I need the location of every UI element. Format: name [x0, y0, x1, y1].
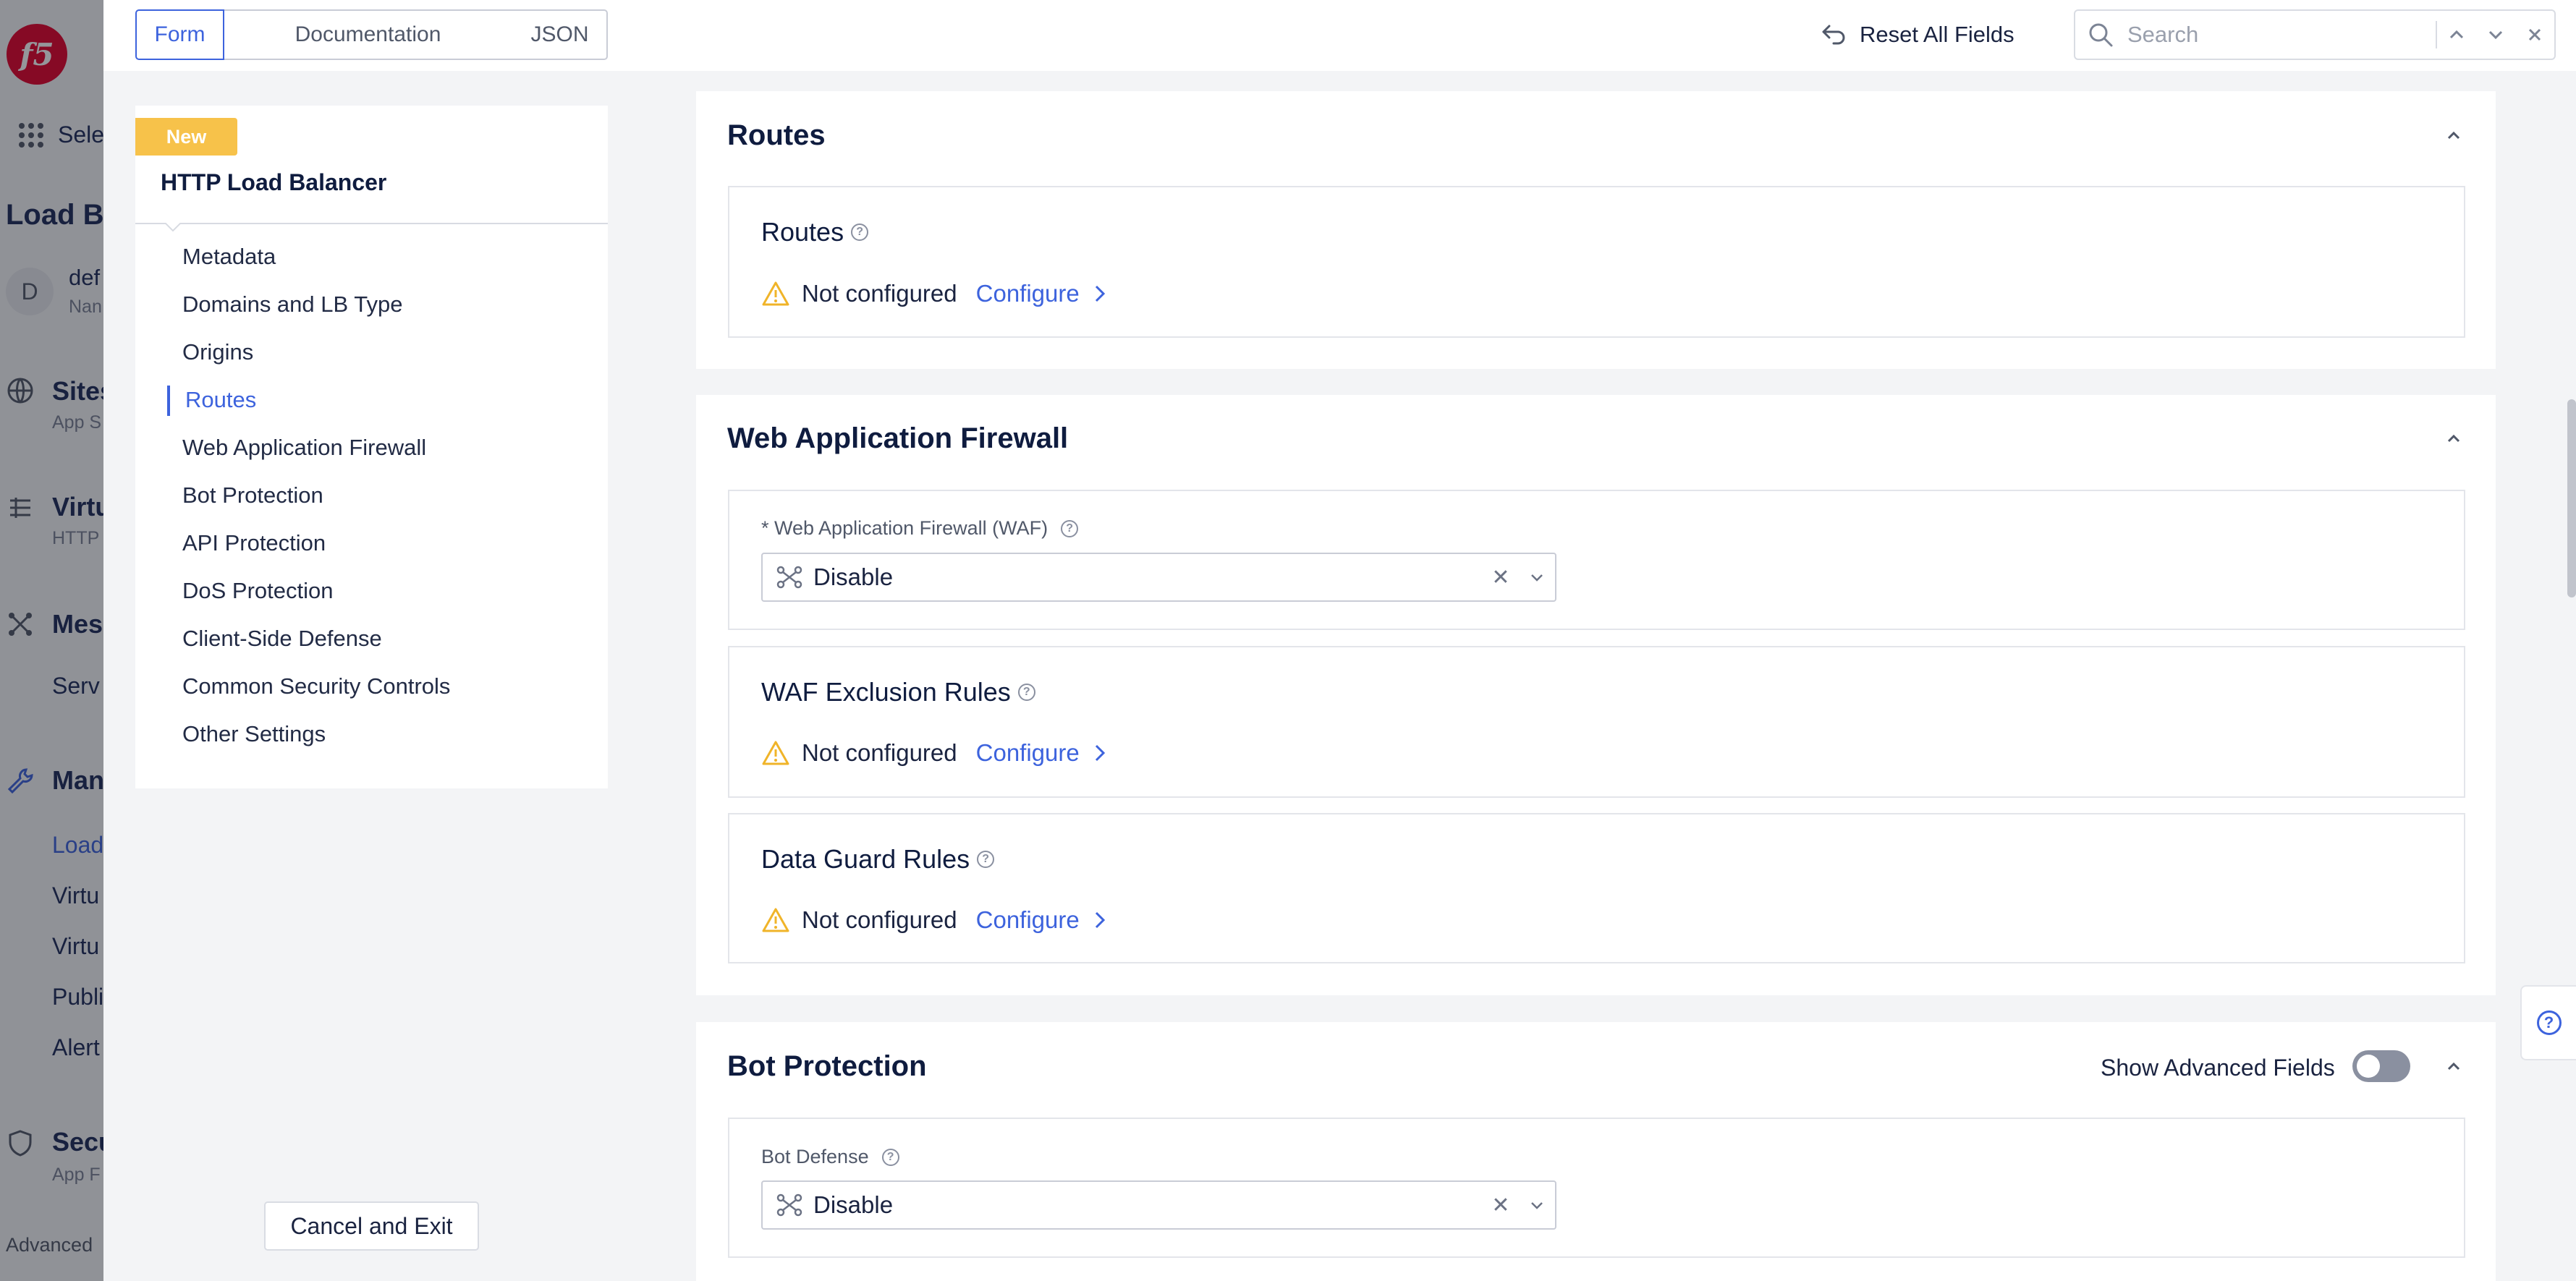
collapse-bot-icon[interactable]: [2444, 1057, 2463, 1076]
search-prev-button[interactable]: [2437, 14, 2476, 55]
toggle-knob: [2357, 1055, 2380, 1078]
help-icon[interactable]: ?: [1017, 684, 1035, 701]
routes-configure-link[interactable]: Configure: [976, 280, 1080, 307]
waf-field-label-text: * Web Application Firewall (WAF): [761, 517, 1048, 539]
nav-pointer-icon: [165, 223, 181, 231]
search-next-button[interactable]: [2476, 14, 2515, 55]
dropdown-toggle[interactable]: [1519, 569, 1555, 585]
chevron-down-icon: [2488, 30, 2503, 40]
warning-icon: [762, 741, 789, 765]
bot-defense-value: Disable: [813, 1191, 894, 1218]
chevron-down-icon: [1531, 574, 1543, 582]
waf-select-value: Disable: [813, 563, 894, 590]
dropdown-toggle[interactable]: [1519, 1197, 1555, 1213]
tab-documentation[interactable]: Documentation: [223, 9, 514, 60]
waf-exclusion-status-row: Not configured Configure: [761, 736, 1107, 770]
help-icon[interactable]: ?: [977, 851, 995, 868]
collapse-waf-icon[interactable]: [2444, 430, 2463, 448]
sidebar-item-bot-protection[interactable]: Bot Protection: [182, 482, 323, 508]
active-item-indicator: [167, 386, 170, 416]
routes-status: Not configured: [802, 280, 957, 307]
sidebar-item-waf[interactable]: Web Application Firewall: [182, 435, 426, 461]
form-title: HTTP Load Balancer: [161, 169, 387, 195]
routes-card: [728, 186, 2465, 338]
routes-card-title: Routes ?: [761, 217, 869, 247]
bot-defense-label: Bot Defense ?: [761, 1146, 899, 1168]
scrollbar-thumb[interactable]: [2567, 399, 2576, 597]
cancel-and-exit-button[interactable]: Cancel and Exit: [264, 1201, 479, 1251]
waf-exclusion-label: WAF Exclusion Rules: [761, 677, 1011, 707]
search-clear-button[interactable]: [2515, 14, 2554, 55]
sidebar-item-dos-protection[interactable]: DoS Protection: [182, 578, 334, 604]
waf-exclusion-status: Not configured: [802, 739, 957, 766]
routes-card-label: Routes: [761, 217, 844, 247]
data-guard-card: [728, 813, 2465, 963]
tab-form[interactable]: Form: [135, 9, 224, 60]
reset-all-fields-button[interactable]: Reset All Fields: [1821, 14, 2014, 55]
help-icon[interactable]: ?: [851, 224, 869, 241]
waf-exclusion-configure-link[interactable]: Configure: [976, 739, 1080, 767]
new-badge: New: [135, 118, 237, 156]
warning-icon: [762, 281, 789, 306]
sidebar-item-origins[interactable]: Origins: [182, 339, 253, 365]
undo-icon: [1822, 25, 1845, 45]
data-guard-status: Not configured: [802, 906, 957, 933]
choice-icon: [776, 566, 802, 589]
bot-defense-label-text: Bot Defense: [761, 1146, 869, 1167]
close-icon: [2528, 28, 2541, 41]
chevron-down-icon: [1531, 1202, 1543, 1209]
waf-exclusion-card: [728, 646, 2465, 798]
routes-status-row: Not configured Configure: [761, 277, 1107, 310]
data-guard-status-row: Not configured Configure: [761, 903, 1107, 937]
data-guard-title: Data Guard Rules ?: [761, 844, 995, 874]
sidebar-item-api-protection[interactable]: API Protection: [182, 530, 326, 556]
choice-icon: [776, 1193, 802, 1217]
data-guard-label: Data Guard Rules: [761, 844, 970, 874]
sidebar-item-common-security[interactable]: Common Security Controls: [182, 673, 450, 699]
section-bot-title: Bot Protection: [727, 1050, 927, 1082]
sidebar-item-domains[interactable]: Domains and LB Type: [182, 291, 402, 318]
tab-json[interactable]: JSON: [513, 9, 608, 60]
section-routes-title: Routes: [727, 119, 826, 151]
search-icon: [2089, 23, 2113, 47]
sidebar-item-other-settings[interactable]: Other Settings: [182, 721, 326, 747]
help-fab-button[interactable]: ?: [2520, 985, 2576, 1060]
waf-exclusion-title: WAF Exclusion Rules ?: [761, 677, 1035, 707]
nav-divider: [135, 223, 608, 224]
show-advanced-fields-label: Show Advanced Fields: [2101, 1054, 2335, 1081]
help-icon[interactable]: ?: [1061, 519, 1079, 537]
chevron-right-icon[interactable]: [1093, 909, 1107, 931]
modal-backdrop[interactable]: [0, 0, 103, 1281]
warning-icon: [762, 908, 789, 932]
chevron-right-icon[interactable]: [1093, 742, 1107, 764]
waf-field-label: * Web Application Firewall (WAF) ?: [761, 517, 1079, 540]
reset-all-fields-label: Reset All Fields: [1860, 22, 2014, 47]
data-guard-configure-link[interactable]: Configure: [976, 906, 1080, 934]
bot-defense-select[interactable]: Disable ✕: [761, 1180, 1556, 1230]
waf-select[interactable]: Disable ✕: [761, 553, 1556, 602]
search-box[interactable]: Search: [2074, 9, 2556, 60]
chevron-up-icon: [2449, 30, 2464, 39]
sidebar-item-client-side-defense[interactable]: Client-Side Defense: [182, 626, 382, 652]
show-advanced-fields-toggle[interactable]: [2352, 1050, 2410, 1082]
clear-icon[interactable]: ✕: [1483, 565, 1519, 590]
chevron-right-icon[interactable]: [1093, 283, 1107, 305]
search-input[interactable]: Search: [2127, 22, 2436, 48]
clear-icon[interactable]: ✕: [1483, 1193, 1519, 1218]
help-icon[interactable]: ?: [881, 1148, 899, 1166]
sidebar-item-routes[interactable]: Routes: [185, 387, 256, 413]
sidebar-item-metadata[interactable]: Metadata: [182, 244, 276, 270]
question-icon: ?: [2536, 1010, 2562, 1035]
collapse-routes-icon[interactable]: [2444, 127, 2463, 145]
section-waf-title: Web Application Firewall: [727, 422, 1069, 454]
